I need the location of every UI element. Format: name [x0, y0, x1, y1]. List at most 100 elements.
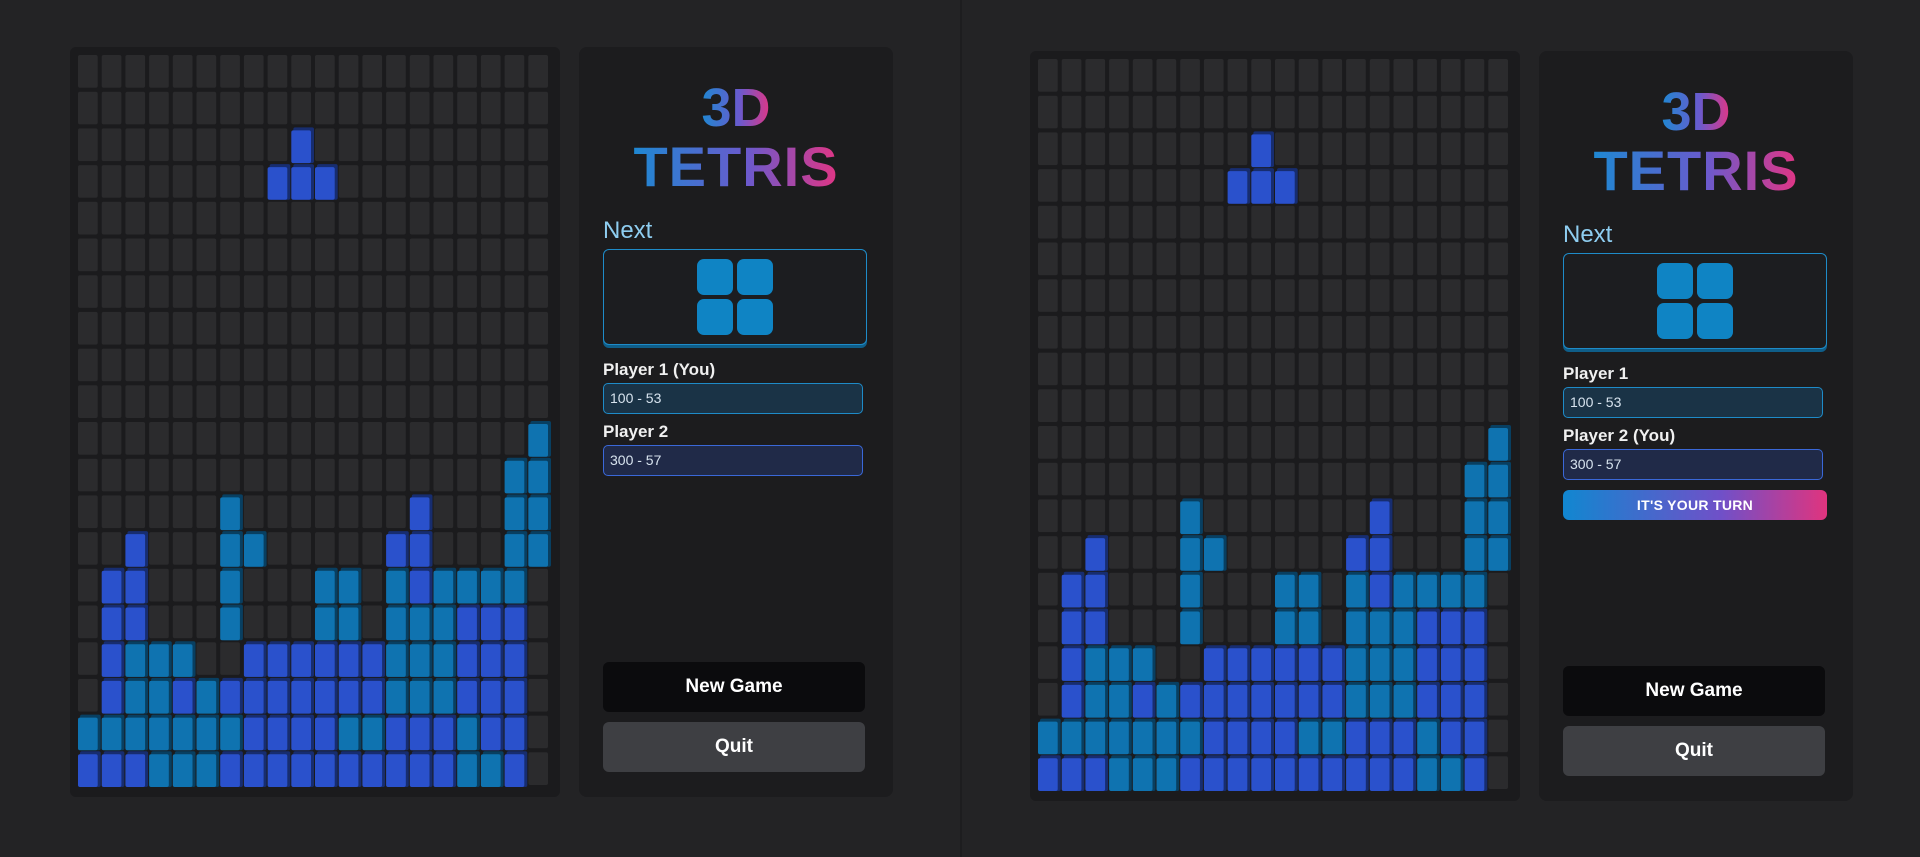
- quit-button[interactable]: Quit: [603, 722, 865, 772]
- new-game-button[interactable]: New Game: [603, 662, 865, 712]
- empty-cell: [1251, 352, 1271, 386]
- empty-cell: [386, 422, 406, 455]
- block-cell-teal: [172, 754, 193, 787]
- empty-cell: [433, 311, 454, 345]
- empty-cell: [1464, 169, 1485, 202]
- block-cell-blue: [338, 680, 359, 714]
- new-game-button[interactable]: New Game: [1563, 666, 1825, 716]
- empty-cell: [78, 568, 98, 602]
- block-cell-blue: [504, 607, 525, 641]
- empty-cell: [1109, 352, 1129, 386]
- empty-cell: [457, 311, 477, 345]
- block-cell-blue: [386, 754, 406, 787]
- empty-cell: [1346, 242, 1366, 276]
- empty-cell: [457, 348, 477, 382]
- empty-cell: [1417, 352, 1437, 386]
- empty-cell: [1038, 499, 1058, 533]
- empty-cell: [362, 568, 383, 602]
- empty-cell: [243, 128, 264, 162]
- empty-cell: [1038, 242, 1058, 276]
- empty-cell: [362, 311, 383, 345]
- empty-cell: [196, 532, 217, 565]
- empty-cell: [1109, 536, 1129, 569]
- empty-cell: [1180, 279, 1200, 312]
- empty-cell: [196, 91, 217, 125]
- empty-cell: [1275, 389, 1295, 422]
- empty-cell: [1251, 499, 1271, 533]
- empty-cell: [1346, 426, 1366, 459]
- empty-cell: [1038, 426, 1058, 459]
- empty-cell: [1298, 389, 1319, 422]
- empty-cell: [1038, 95, 1058, 129]
- your-turn-badge: IT'S YOUR TURN: [1563, 490, 1827, 520]
- empty-cell: [149, 605, 169, 639]
- empty-cell: [528, 752, 548, 785]
- block-cell-blue: [457, 680, 477, 714]
- empty-cell: [362, 201, 383, 235]
- title-top: 3D: [1661, 82, 1731, 142]
- block-cell-blue: [220, 680, 240, 714]
- block-cell-blue: [1322, 684, 1343, 718]
- empty-cell: [101, 495, 122, 529]
- empty-cell: [1275, 462, 1295, 496]
- empty-cell: [1346, 389, 1366, 422]
- empty-cell: [1369, 315, 1390, 349]
- empty-cell: [457, 238, 477, 272]
- block-cell-blue: [291, 130, 311, 164]
- empty-cell: [1369, 132, 1390, 166]
- block-cell-teal: [172, 644, 193, 677]
- empty-cell: [1440, 426, 1461, 459]
- block-cell-teal: [1369, 648, 1390, 681]
- empty-cell: [1061, 536, 1082, 569]
- block-cell-blue: [243, 680, 264, 714]
- empty-cell: [172, 275, 193, 308]
- empty-cell: [1227, 132, 1248, 166]
- empty-cell: [291, 55, 311, 88]
- empty-cell: [409, 128, 430, 162]
- block-cell-teal: [1346, 611, 1366, 645]
- empty-cell: [172, 458, 193, 492]
- empty-cell: [1251, 389, 1271, 422]
- empty-cell: [409, 238, 430, 272]
- quit-button[interactable]: Quit: [1563, 726, 1825, 776]
- empty-cell: [267, 568, 288, 602]
- block-cell-blue: [1464, 758, 1485, 791]
- empty-cell: [1251, 426, 1271, 459]
- title-bottom: TETRIS: [1593, 139, 1799, 202]
- title-bottom: TETRIS: [633, 135, 839, 198]
- empty-cell: [1275, 59, 1295, 92]
- block-cell-teal: [1156, 758, 1177, 791]
- empty-cell: [196, 605, 217, 639]
- block-cell-blue: [125, 534, 146, 567]
- block-cell-teal: [243, 534, 264, 567]
- block-cell-teal: [504, 534, 525, 567]
- empty-cell: [220, 91, 240, 125]
- empty-cell: [1180, 315, 1200, 349]
- block-cell-blue: [1251, 134, 1271, 168]
- empty-cell: [1109, 279, 1129, 312]
- block-cell-blue: [1417, 648, 1437, 681]
- empty-cell: [1251, 95, 1271, 129]
- empty-cell: [267, 238, 288, 272]
- empty-cell: [1346, 59, 1366, 92]
- block-cell-blue: [1440, 611, 1461, 645]
- block-cell-teal: [457, 570, 477, 604]
- empty-cell: [125, 238, 146, 272]
- block-cell-teal: [386, 607, 406, 641]
- empty-cell: [1061, 132, 1082, 166]
- player-1-view: 3D TETRIS Next Player 1 (You) 100 - 53 P…: [0, 0, 960, 857]
- empty-cell: [1346, 169, 1366, 202]
- empty-cell: [1464, 132, 1485, 166]
- empty-cell: [1275, 499, 1295, 533]
- block-cell-blue: [504, 754, 525, 787]
- empty-cell: [149, 128, 169, 162]
- block-cell-teal: [1085, 721, 1106, 755]
- block-cell-blue: [267, 717, 288, 751]
- block-cell-blue: [1227, 684, 1248, 718]
- empty-cell: [457, 201, 477, 235]
- empty-cell: [1488, 132, 1508, 166]
- block-cell-teal: [1488, 428, 1508, 461]
- empty-cell: [101, 385, 122, 418]
- empty-cell: [1132, 426, 1153, 459]
- empty-cell: [1180, 352, 1200, 386]
